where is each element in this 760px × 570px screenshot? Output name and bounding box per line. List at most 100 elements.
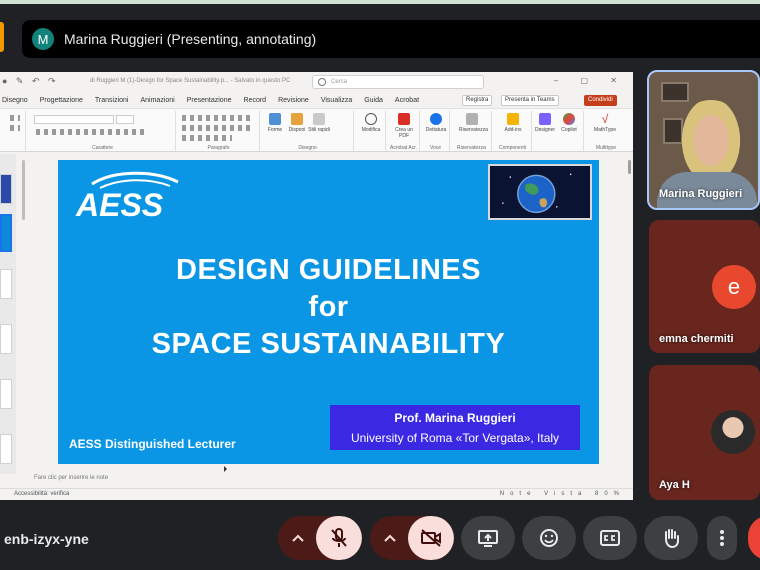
ribbon-group-paragraph: Paragrafo <box>178 111 260 151</box>
top-accent-line <box>0 0 760 4</box>
leave-call-button[interactable] <box>748 516 760 560</box>
speaker-box: Prof. Marina Ruggieri University of Roma… <box>330 405 580 450</box>
menu-transizioni[interactable]: Transizioni <box>95 97 129 104</box>
ribbon-group-font: Carattere <box>30 111 176 151</box>
ribbon-group-clipboard <box>0 111 26 151</box>
thumbnail-scrollbar[interactable] <box>22 160 25 220</box>
ppt-ribbon: Carattere Paragrafo Forme Disponi Stili … <box>0 108 633 152</box>
menu-guida[interactable]: Guida <box>364 97 383 104</box>
mouse-cursor-icon <box>224 466 227 472</box>
audio-options-button[interactable] <box>278 516 318 560</box>
slide-thumbnail[interactable] <box>0 324 12 354</box>
slide-thumbnail-active[interactable] <box>0 214 12 252</box>
slide-title-line-1: DESIGN GUIDELINES <box>176 254 481 286</box>
microphone-toggle-button[interactable] <box>316 516 362 560</box>
notes-placeholder[interactable]: Fare clic per inserire le note <box>34 475 108 481</box>
emoji-reaction-button[interactable] <box>522 516 576 560</box>
slide-thumbnail[interactable] <box>0 269 12 299</box>
search-icon <box>365 113 377 125</box>
participant-name: Marina Ruggieri <box>659 188 743 200</box>
ribbon-label-paragrafo: Paragrafo <box>207 145 230 151</box>
slide-thumbnail-strip <box>0 154 16 474</box>
ribbon-group-edit: Modifica <box>356 111 386 151</box>
ribbon-label-disegno: Disegno <box>298 145 317 151</box>
menu-animazioni[interactable]: Animazioni <box>140 97 174 104</box>
slide-scrollbar[interactable] <box>628 160 631 174</box>
addins-icon <box>507 113 519 125</box>
menu-disegno[interactable]: Disegno <box>2 97 28 104</box>
slide-thumbnail[interactable] <box>0 379 12 409</box>
present-teams-button[interactable]: Presenta in Teams <box>501 95 559 106</box>
quick-access-icons[interactable]: ● ✎ ↶ ↷ <box>2 76 59 87</box>
more-options-button[interactable] <box>707 516 737 560</box>
font-size-box[interactable] <box>116 115 134 124</box>
side-panel-tab[interactable] <box>0 22 4 52</box>
share-button[interactable]: Condividi <box>584 95 617 106</box>
slide-thumbnail[interactable] <box>0 434 12 464</box>
ribbon-label-multitype: Multitype <box>595 145 616 151</box>
presenter-avatar: M <box>32 28 54 50</box>
present-screen-button[interactable] <box>461 516 515 560</box>
dictation-tool[interactable]: Dettatura <box>423 113 449 133</box>
font-format-buttons[interactable] <box>36 129 146 135</box>
pdf-icon <box>398 113 410 125</box>
ppt-titlebar: ● ✎ ↶ ↷ di Ruggieri M (1)-Design for Spa… <box>0 72 633 92</box>
lecturer-title: AESS Distinguished Lecturer <box>69 437 236 451</box>
ribbon-group-addins: Add-ins Componenti <box>494 111 532 151</box>
addins-tool[interactable]: Add-ins <box>500 113 526 133</box>
present-screen-icon <box>478 530 498 547</box>
meeting-controls-bar: enb-izyx-yne <box>0 506 760 570</box>
ppt-search-box[interactable]: Cerca <box>312 75 484 89</box>
copilot-tool[interactable]: Copilot <box>556 113 582 133</box>
raise-hand-button[interactable] <box>644 516 698 560</box>
camera-toggle-button[interactable] <box>408 516 454 560</box>
slide-thumbnail[interactable] <box>0 174 12 204</box>
menu-acrobat[interactable]: Acrobat <box>395 97 419 104</box>
camera-off-icon <box>421 529 441 547</box>
ribbon-group-sensitivity: Riservatezza Riservatezza <box>452 111 492 151</box>
mathtype-tool[interactable]: √ MathType <box>592 113 618 133</box>
ribbon-label-voce: Voce <box>429 145 442 151</box>
font-name-box[interactable] <box>34 115 114 124</box>
edit-tool[interactable]: Modifica <box>358 113 384 133</box>
wall-frame <box>661 82 689 102</box>
quick-styles-tool[interactable]: Stili rapidi <box>306 113 332 133</box>
arrange-icon <box>291 113 303 125</box>
shared-screen-powerpoint: ● ✎ ↶ ↷ di Ruggieri M (1)-Design for Spa… <box>0 72 633 500</box>
current-slide: AESS DESIGN GUIDELINES for SPACE SUSTAIN… <box>58 160 599 464</box>
svg-text:AESS: AESS <box>75 187 164 223</box>
menu-revisione[interactable]: Revisione <box>278 97 309 104</box>
meeting-code: enb-izyx-yne <box>4 531 89 547</box>
designer-tool[interactable]: Designer <box>532 113 558 133</box>
sensitivity-icon <box>466 113 478 125</box>
mathtype-icon: √ <box>601 112 609 126</box>
menu-visualizza[interactable]: Visualizza <box>321 97 352 104</box>
ribbon-label-componenti: Componenti <box>499 145 526 151</box>
participant-tile-aya[interactable]: Aya H <box>649 365 760 500</box>
microphone-control-group <box>278 516 362 560</box>
record-button[interactable]: Registra <box>462 95 493 106</box>
window-controls[interactable]: – ▢ ✕ <box>554 76 627 85</box>
menu-record[interactable]: Record <box>244 97 267 104</box>
create-pdf-tool[interactable]: Crea un PDF <box>391 113 417 139</box>
ppt-statusbar: Accessibilità: verifica Note Vista 80% <box>0 488 633 500</box>
video-options-button[interactable] <box>370 516 410 560</box>
ribbon-label-riservatezza: Riservatezza <box>457 145 486 151</box>
menu-presentazione[interactable]: Presentazione <box>187 97 232 104</box>
accessibility-status[interactable]: Accessibilità: verifica <box>14 491 69 497</box>
presenting-banner: M Marina Ruggieri (Presenting, annotatin… <box>22 20 760 58</box>
chevron-up-icon <box>292 534 304 542</box>
participant-tile-emna[interactable]: e emna chermiti <box>649 220 760 353</box>
menu-progettazione[interactable]: Progettazione <box>40 97 83 104</box>
participant-tile-presenter[interactable]: Marina Ruggieri <box>647 70 760 210</box>
captions-button[interactable] <box>583 516 637 560</box>
ribbon-group-designer: Designer Copilot <box>534 111 584 151</box>
quick-styles-icon <box>313 113 325 125</box>
closed-captions-icon <box>600 530 620 546</box>
more-vert-icon <box>720 530 724 546</box>
sensitivity-tool[interactable]: Riservatezza <box>459 113 488 133</box>
view-zoom-controls[interactable]: Note Vista 80% <box>500 491 625 497</box>
raise-hand-icon <box>665 529 679 549</box>
participant-name: emna chermiti <box>659 333 734 345</box>
aess-logo: AESS <box>75 171 179 223</box>
